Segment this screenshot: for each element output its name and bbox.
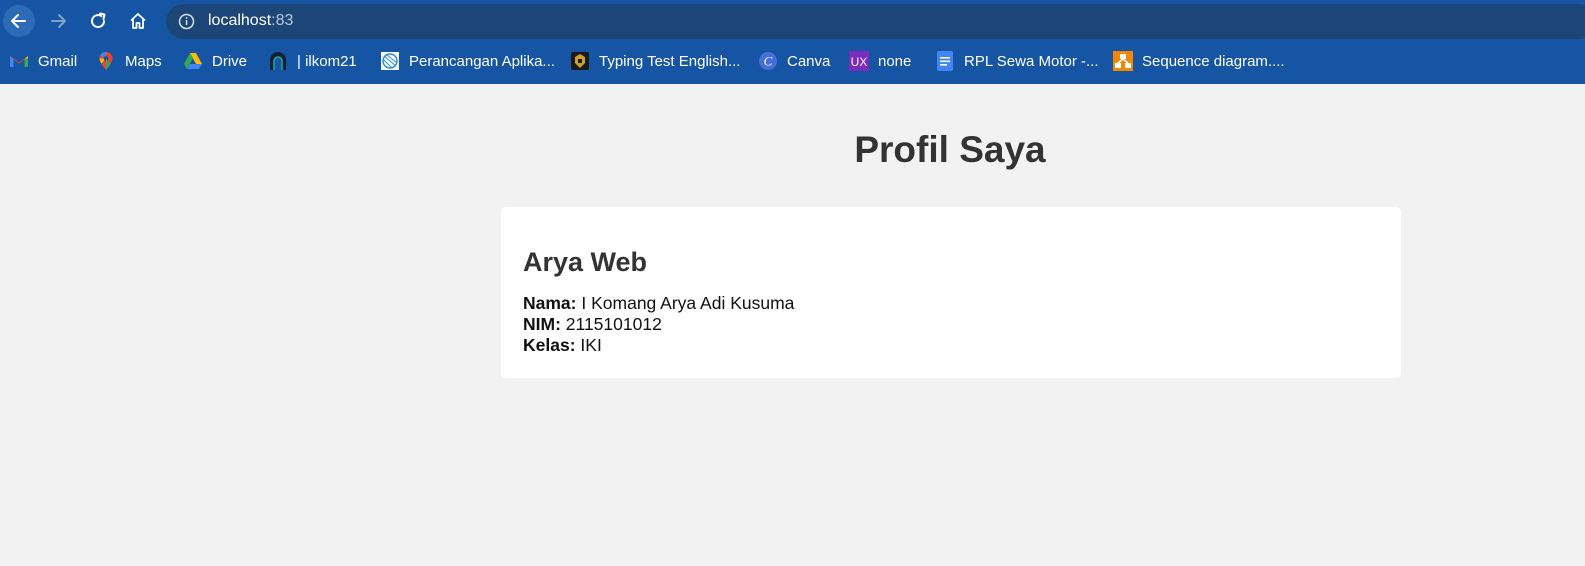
profile-field-kelas: Kelas: IKI [523,335,794,356]
bookmark-ilkom21[interactable]: | ilkom21 [268,50,357,72]
profile-info: Nama: I Komang Arya Adi Kusuma NIM: 2115… [523,293,794,356]
arrow-left-icon [11,14,26,28]
field-label: Kelas: [523,335,576,355]
drive-icon [183,51,203,71]
field-label: Nama: [523,293,577,313]
bookmark-label: Sequence diagram.... [1142,52,1285,70]
home-button[interactable] [122,5,154,37]
gmail-icon [9,51,29,71]
profile-field-nim: NIM: 2115101012 [523,314,794,335]
bookmark-label: | ilkom21 [297,52,357,70]
browser-toolbar: localhost:83 [0,0,1585,42]
url-text: localhost:83 [208,12,293,30]
bookmark-label: Typing Test English... [599,52,741,70]
bookmark-none[interactable]: UX none [849,50,911,72]
bookmark-perancangan[interactable]: Perancangan Aplika... [380,50,555,72]
keyboard-icon [570,51,590,71]
url-port: :83 [271,12,294,29]
bookmark-label: Perancangan Aplika... [409,52,555,70]
bookmark-label: Gmail [38,52,78,70]
browser-chrome: localhost:83 Gmail Maps Drive | ilkom21 … [0,0,1585,84]
field-value: 2115101012 [565,314,662,334]
docs-icon [935,51,955,71]
arch-icon [268,51,288,71]
bookmark-label: Drive [212,52,248,70]
ux-icon: UX [849,51,869,71]
bookmarks-bar: Gmail Maps Drive | ilkom21 Perancangan A… [0,46,1585,76]
site-info-icon[interactable] [178,13,195,35]
arrow-right-icon [51,14,66,28]
profile-field-nama: Nama: I Komang Arya Adi Kusuma [523,293,794,314]
card-heading: Arya Web [523,247,648,277]
url-host: localhost [208,12,272,29]
globe-doc-icon [380,51,400,71]
home-icon [130,13,146,29]
reload-icon [91,12,106,29]
bookmark-maps[interactable]: Maps [96,50,162,72]
forward-button[interactable] [42,5,74,37]
bookmark-sequence-diagram[interactable]: Sequence diagram.... [1113,50,1285,72]
field-label: NIM: [523,314,561,334]
bookmark-gmail[interactable]: Gmail [9,50,77,72]
bookmark-drive[interactable]: Drive [183,50,247,72]
bookmark-label: Canva [787,52,831,70]
bookmark-rpl-sewa-motor[interactable]: RPL Sewa Motor -... [935,50,1099,72]
page-title: Profil Saya [854,129,1046,170]
field-value: I Komang Arya Adi Kusuma [581,293,795,313]
bookmark-label: none [878,52,912,70]
profile-card: Arya Web Nama: I Komang Arya Adi Kusuma … [501,207,1401,378]
diagram-icon [1113,51,1133,71]
reload-button[interactable] [82,5,114,37]
bookmark-typing-test[interactable]: Typing Test English... [570,50,740,72]
svg-text:C: C [764,54,773,69]
bookmark-label: RPL Sewa Motor -... [964,52,1099,70]
maps-icon [96,51,116,71]
svg-text:UX: UX [851,55,868,69]
bookmark-canva[interactable]: C Canva [758,50,830,72]
back-button[interactable] [3,5,35,37]
address-bar[interactable]: localhost:83 [166,4,1585,39]
canva-icon: C [758,51,778,71]
page-content: Profil Saya Arya Web Nama: I Komang Arya… [0,84,1585,566]
bookmark-label: Maps [125,52,162,70]
field-value: IKI [580,335,602,355]
